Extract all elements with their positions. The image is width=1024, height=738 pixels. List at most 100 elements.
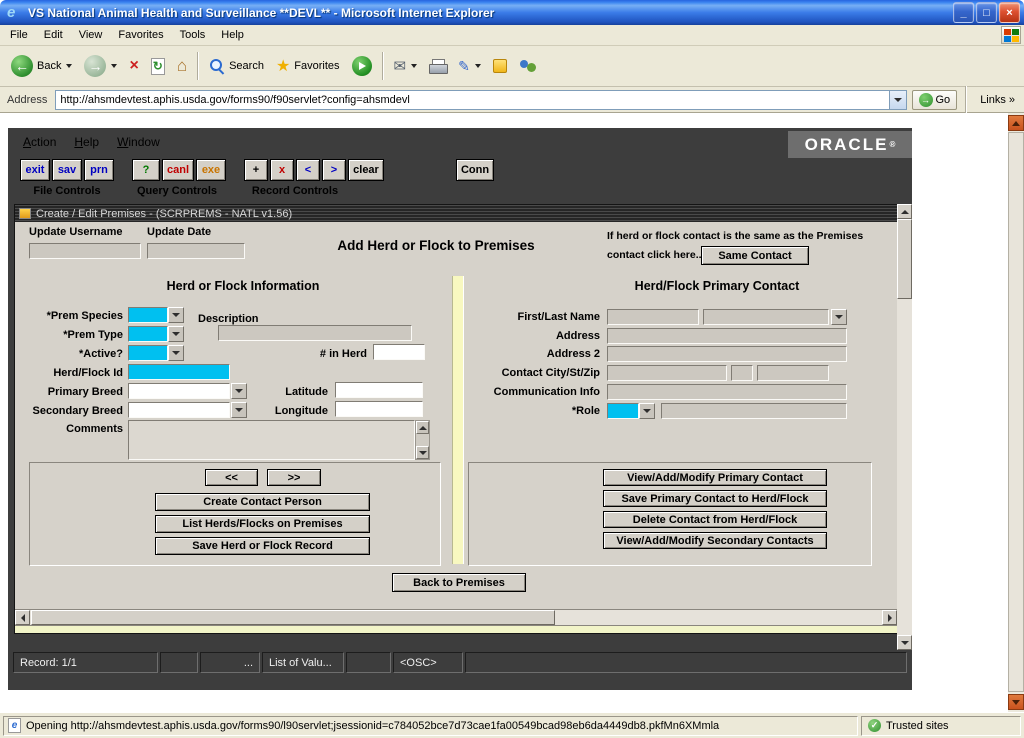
- conn-button[interactable]: Conn: [456, 159, 494, 181]
- active-field[interactable]: [128, 345, 168, 361]
- go-button[interactable]: → Go: [912, 90, 958, 110]
- comments-scrollbar[interactable]: [415, 420, 430, 460]
- secondary-breed-label: Secondary Breed: [18, 405, 123, 417]
- mail-button[interactable]: ✉: [389, 54, 423, 78]
- go-icon: →: [919, 93, 933, 107]
- query-controls-label: Query Controls: [130, 185, 224, 197]
- communication-info-field: [607, 384, 847, 400]
- comments-field[interactable]: [128, 420, 415, 460]
- back-to-premises-button[interactable]: Back to Premises: [392, 573, 526, 592]
- prem-species-dropdown[interactable]: [168, 307, 184, 323]
- same-contact-button[interactable]: Same Contact: [701, 246, 809, 265]
- page-scroll-thumb[interactable]: [1008, 132, 1024, 692]
- prem-species-field[interactable]: [128, 307, 168, 323]
- search-button[interactable]: Search: [204, 55, 269, 77]
- in-herd-field[interactable]: [373, 344, 425, 360]
- list-herds-flocks-button[interactable]: List Herds/Flocks on Premises: [155, 515, 370, 533]
- exit-button[interactable]: exit: [20, 159, 50, 181]
- stop-button[interactable]: ×: [124, 54, 143, 78]
- back-button[interactable]: ← Back: [6, 52, 77, 80]
- vscroll-up-button[interactable]: [897, 204, 912, 219]
- form-vscrollbar[interactable]: [897, 204, 912, 650]
- maximize-button[interactable]: □: [976, 2, 997, 23]
- previous-herd-button[interactable]: <<: [205, 469, 258, 486]
- links-button[interactable]: Links »: [975, 94, 1020, 106]
- applet-menu-help[interactable]: Help: [65, 132, 108, 152]
- address-input[interactable]: [56, 94, 888, 106]
- close-button[interactable]: ×: [999, 2, 1020, 23]
- status-message: Opening http://ahsmdevtest.aphis.usda.go…: [26, 720, 719, 732]
- refresh-button[interactable]: ↻: [146, 55, 170, 78]
- hscroll-thumb[interactable]: [31, 610, 555, 625]
- hscroll-right-button[interactable]: [882, 610, 897, 625]
- delete-record-button[interactable]: x: [270, 159, 294, 181]
- form-window-titlebar: Create / Edit Premises - (SCRPREMS - NAT…: [15, 205, 897, 222]
- comments-scroll-up[interactable]: [416, 421, 429, 434]
- add-record-button[interactable]: +: [244, 159, 268, 181]
- page-scroll-up-button[interactable]: [1008, 115, 1024, 131]
- applet-menu-action[interactable]: Action: [14, 132, 65, 152]
- save-button[interactable]: sav: [52, 159, 82, 181]
- print-button[interactable]: [424, 56, 451, 76]
- view-secondary-contacts-button[interactable]: View/Add/Modify Secondary Contacts: [603, 532, 827, 549]
- latitude-field[interactable]: [335, 382, 423, 398]
- clear-record-button[interactable]: clear: [348, 159, 384, 181]
- menu-file[interactable]: File: [2, 27, 36, 43]
- applet-toolbar: exit sav prn ? canl exe + x < > clear Co…: [20, 158, 496, 182]
- save-herd-flock-button[interactable]: Save Herd or Flock Record: [155, 537, 370, 555]
- menu-edit[interactable]: Edit: [36, 27, 71, 43]
- create-contact-person-button[interactable]: Create Contact Person: [155, 493, 370, 511]
- mail-dropdown-icon[interactable]: [411, 64, 417, 68]
- longitude-field[interactable]: [335, 401, 423, 417]
- active-dropdown[interactable]: [168, 345, 184, 361]
- next-herd-button[interactable]: >>: [267, 469, 321, 486]
- herd-flock-id-field[interactable]: [128, 364, 230, 380]
- role-dropdown[interactable]: [639, 403, 655, 419]
- previous-record-button[interactable]: <: [296, 159, 320, 181]
- browser-vscrollbar[interactable]: [1008, 113, 1024, 712]
- people-icon: [519, 59, 537, 73]
- cancel-query-button[interactable]: canl: [162, 159, 194, 181]
- media-button[interactable]: [347, 53, 377, 79]
- address-dropdown-button[interactable]: [889, 91, 906, 109]
- home-button[interactable]: ⌂: [172, 53, 192, 79]
- forward-button[interactable]: →: [79, 52, 122, 80]
- prem-type-field[interactable]: [128, 326, 168, 342]
- next-record-button[interactable]: >: [322, 159, 346, 181]
- minimize-button[interactable]: _: [953, 2, 974, 23]
- vscroll-down-button[interactable]: [897, 635, 912, 650]
- menu-help[interactable]: Help: [213, 27, 252, 43]
- messenger-button[interactable]: [488, 56, 512, 76]
- menu-tools[interactable]: Tools: [172, 27, 214, 43]
- page-scroll-down-button[interactable]: [1008, 694, 1024, 710]
- delete-contact-button[interactable]: Delete Contact from Herd/Flock: [603, 511, 827, 528]
- vscroll-thumb[interactable]: [897, 219, 912, 299]
- contact-city-field: [607, 365, 727, 381]
- edit-dropdown-icon[interactable]: [475, 64, 481, 68]
- secondary-breed-field[interactable]: [128, 402, 230, 418]
- query-help-button[interactable]: ?: [132, 159, 160, 181]
- save-primary-contact-button[interactable]: Save Primary Contact to Herd/Flock: [603, 490, 827, 507]
- view-primary-contact-button[interactable]: View/Add/Modify Primary Contact: [603, 469, 827, 486]
- execute-query-button[interactable]: exe: [196, 159, 226, 181]
- discuss-button[interactable]: [514, 56, 542, 76]
- secondary-breed-dropdown[interactable]: [231, 402, 247, 418]
- hscroll-left-button[interactable]: [15, 610, 30, 625]
- trusted-sites-label: Trusted sites: [886, 720, 949, 732]
- menu-favorites[interactable]: Favorites: [110, 27, 171, 43]
- form-hscrollbar[interactable]: [15, 609, 897, 625]
- comments-scroll-down[interactable]: [416, 446, 429, 459]
- applet-menu-window[interactable]: Window: [108, 132, 169, 152]
- update-date-label: Update Date: [147, 226, 211, 238]
- prem-type-dropdown[interactable]: [168, 326, 184, 342]
- primary-breed-field[interactable]: [128, 383, 230, 399]
- edit-button[interactable]: ✎: [453, 55, 486, 78]
- back-dropdown-icon[interactable]: [66, 64, 72, 68]
- favorites-button[interactable]: ★ Favorites: [271, 53, 345, 79]
- forward-dropdown-icon[interactable]: [111, 64, 117, 68]
- primary-breed-dropdown[interactable]: [231, 383, 247, 399]
- menu-view[interactable]: View: [71, 27, 111, 43]
- print-form-button[interactable]: prn: [84, 159, 114, 181]
- name-dropdown[interactable]: [831, 309, 847, 325]
- role-field[interactable]: [607, 403, 639, 419]
